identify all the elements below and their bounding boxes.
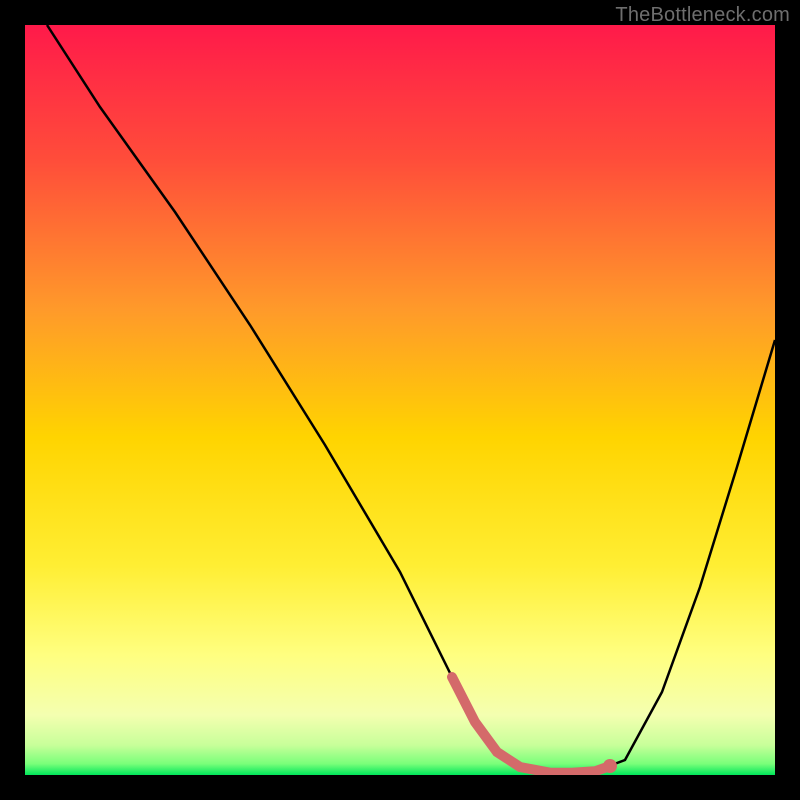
optimal-range-marker	[452, 677, 610, 773]
chart-frame	[25, 25, 775, 775]
watermark-text: TheBottleneck.com	[615, 4, 790, 27]
bottleneck-curve	[25, 25, 775, 775]
optimal-marker-dot	[603, 759, 617, 773]
curve-path	[47, 25, 775, 773]
